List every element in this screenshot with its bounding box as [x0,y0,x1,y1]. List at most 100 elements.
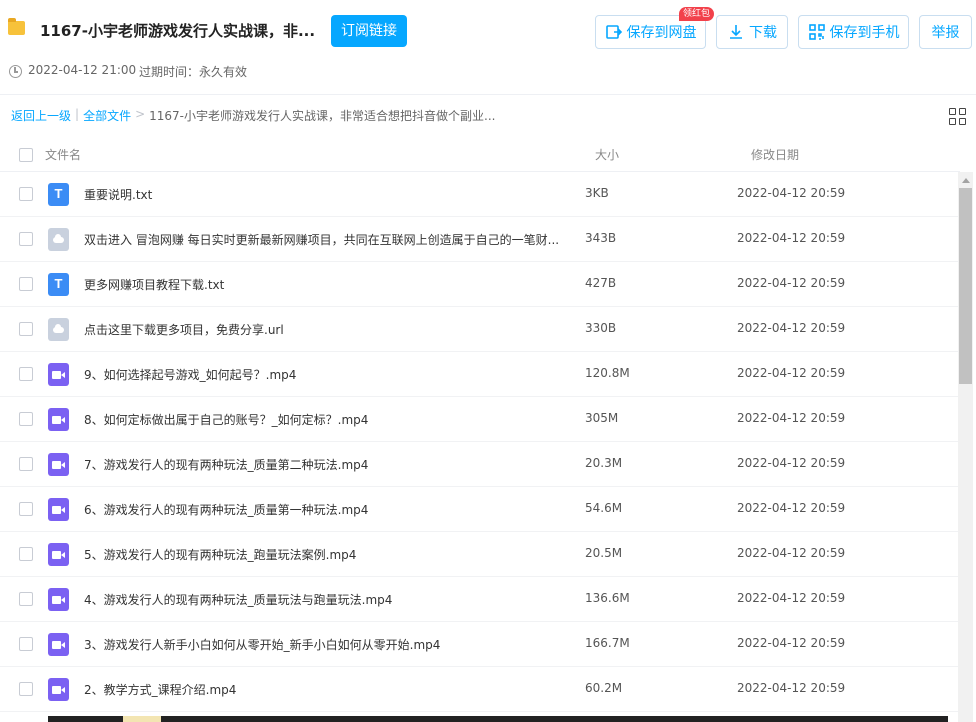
hongbao-badge[interactable]: 领红包 [679,7,715,21]
file-name[interactable]: 8、如何定标做出属于自己的账号？_如何定标？.mp4 [84,411,368,428]
file-size: 60.2M [585,681,623,695]
file-name[interactable]: 2、教学方式_课程介绍.mp4 [84,681,236,698]
row-checkbox[interactable] [19,187,33,201]
file-row[interactable]: 重要说明.txt 3KB 2022-04-12 20:59 [0,172,958,217]
column-name[interactable]: 文件名 [45,146,81,163]
grid-view-icon[interactable] [949,108,967,126]
save-to-phone-button[interactable]: 保存到手机 [798,15,909,49]
file-date: 2022-04-12 20:59 [737,411,846,425]
file-size: 20.3M [585,456,623,470]
file-date: 2022-04-12 20:59 [737,366,846,380]
report-button[interactable]: 举报 [919,15,972,49]
file-row[interactable]: 7、游戏发行人的现有两种玩法_质量第二种玩法.mp4 20.3M 2022-04-1… [0,442,958,487]
file-row[interactable]: 2、教学方式_课程介绍.mp4 60.2M 2022-04-12 20:59 [0,667,958,712]
row-checkbox[interactable] [19,277,33,291]
file-row[interactable]: 3、游戏发行人新手小白如何从零开始_新手小白如何从零开始.mp4 166.7M 20… [0,622,958,667]
file-row[interactable]: 双击进入 冒泡网赚 每日实时更新最新网赚项目，共同在互联网上创造属于自己的一笔财… [0,217,958,262]
file-row[interactable]: 点击这里下载更多项目，免费分享.url 330B 2022-04-12 20:59 [0,307,958,352]
video-file-icon [48,408,69,431]
column-date[interactable]: 修改日期 [751,146,799,163]
file-name[interactable]: 点击这里下载更多项目，免费分享.url [84,321,284,338]
file-date: 2022-04-12 20:59 [737,546,846,560]
file-date: 2022-04-12 20:59 [737,231,846,245]
file-size: 343B [585,231,617,245]
file-name[interactable]: 双击进入 冒泡网赚 每日实时更新最新网赚项目，共同在互联网上创造属于自己的一笔财… [84,231,559,248]
file-date: 2022-04-12 20:59 [737,186,846,200]
file-date: 2022-04-12 20:59 [737,276,846,290]
back-link[interactable]: 返回上一级 [11,107,71,124]
file-size: 305M [585,411,619,425]
bottom-overlay-bar [48,716,948,722]
report-label: 举报 [931,25,960,41]
url-file-icon [48,228,69,251]
file-row[interactable]: 4、游戏发行人的现有两种玩法_质量玩法与跑量玩法.mp4 136.6M 2022-0… [0,577,958,622]
row-checkbox[interactable] [19,232,33,246]
row-checkbox[interactable] [19,547,33,561]
download-icon [730,25,742,39]
file-name[interactable]: 7、游戏发行人的现有两种玩法_质量第二种玩法.mp4 [84,456,368,473]
file-size: 330B [585,321,617,335]
file-date: 2022-04-12 20:59 [737,321,846,335]
all-files-link[interactable]: 全部文件 [83,107,131,124]
video-file-icon [48,588,69,611]
save-to-phone-label: 保存到手机 [829,25,900,41]
file-size: 166.7M [585,636,630,650]
row-checkbox[interactable] [19,502,33,516]
file-date: 2022-04-12 20:59 [737,681,846,695]
file-name[interactable]: 6、游戏发行人的现有两种玩法_质量第一种玩法.mp4 [84,501,368,518]
row-checkbox[interactable] [19,592,33,606]
breadcrumb-current: 1167-小宇老师游戏发行人实战课，非常适合想把抖音做个副业... [149,109,496,123]
file-size: 136.6M [585,591,630,605]
vertical-scrollbar[interactable] [958,172,973,722]
folder-icon [8,18,25,35]
column-size[interactable]: 大小 [595,146,619,163]
file-date: 2022-04-12 20:59 [737,456,846,470]
file-row[interactable]: 5、游戏发行人的现有两种玩法_跑量玩法案例.mp4 20.5M 2022-04-12… [0,532,958,577]
row-checkbox[interactable] [19,412,33,426]
txt-file-icon [48,273,69,296]
file-row[interactable]: 6、游戏发行人的现有两种玩法_质量第一种玩法.mp4 54.6M 2022-04-1… [0,487,958,532]
file-row[interactable]: 更多网赚项目教程下载.txt 427B 2022-04-12 20:59 [0,262,958,307]
video-file-icon [48,363,69,386]
file-date: 2022-04-12 20:59 [737,591,846,605]
share-title: 1167-小宇老师游戏发行人实战课，非... [40,22,316,40]
expire-time: 过期时间：永久有效 [139,65,248,79]
video-file-icon [48,678,69,701]
subscribe-link-button[interactable]: 订阅链接 [331,15,407,47]
scroll-thumb[interactable] [959,188,972,384]
file-size: 54.6M [585,501,623,515]
row-checkbox[interactable] [19,322,33,336]
bottom-overlay-tab[interactable] [123,716,161,722]
file-name[interactable]: 4、游戏发行人的现有两种玩法_质量玩法与跑量玩法.mp4 [84,591,392,608]
select-all-checkbox[interactable] [19,148,33,162]
file-name[interactable]: 3、游戏发行人新手小白如何从零开始_新手小白如何从零开始.mp4 [84,636,440,653]
file-name[interactable]: 9、如何选择起号游戏_如何起号？.mp4 [84,366,296,383]
breadcrumb-separator: | [75,107,80,121]
video-file-icon [48,498,69,521]
row-checkbox[interactable] [19,457,33,471]
file-date: 2022-04-12 20:59 [737,501,846,515]
file-row[interactable]: 9、如何选择起号游戏_如何起号？.mp4 120.8M 2022-04-12 20:… [0,352,958,397]
file-date: 2022-04-12 20:59 [737,636,846,650]
video-file-icon [48,453,69,476]
txt-file-icon [48,183,69,206]
file-name[interactable]: 重要说明.txt [84,186,152,203]
scroll-up-arrow-icon[interactable] [962,178,970,183]
clock-icon [9,65,22,78]
row-checkbox[interactable] [19,682,33,696]
file-row[interactable]: 8、如何定标做出属于自己的账号？_如何定标？.mp4 305M 2022-04-12… [0,397,958,442]
row-checkbox[interactable] [19,637,33,651]
file-size: 120.8M [585,366,630,380]
file-name[interactable]: 5、游戏发行人的现有两种玩法_跑量玩法案例.mp4 [84,546,356,563]
qr-code-icon [808,24,825,40]
share-header: 1167-小宇老师游戏发行人实战课，非... 订阅链接 保存到网盘 领红包 下载… [0,0,976,95]
save-icon [605,25,622,39]
row-checkbox[interactable] [19,367,33,381]
video-file-icon [48,543,69,566]
file-list-header: 文件名 大小 修改日期 [0,136,960,172]
download-button[interactable]: 下载 [716,15,788,49]
url-file-icon [48,318,69,341]
file-name[interactable]: 更多网赚项目教程下载.txt [84,276,224,293]
file-list: 重要说明.txt 3KB 2022-04-12 20:59 双击进入 冒泡网赚 每日… [0,172,958,712]
share-date: 2022-04-12 21:00 [28,63,137,77]
